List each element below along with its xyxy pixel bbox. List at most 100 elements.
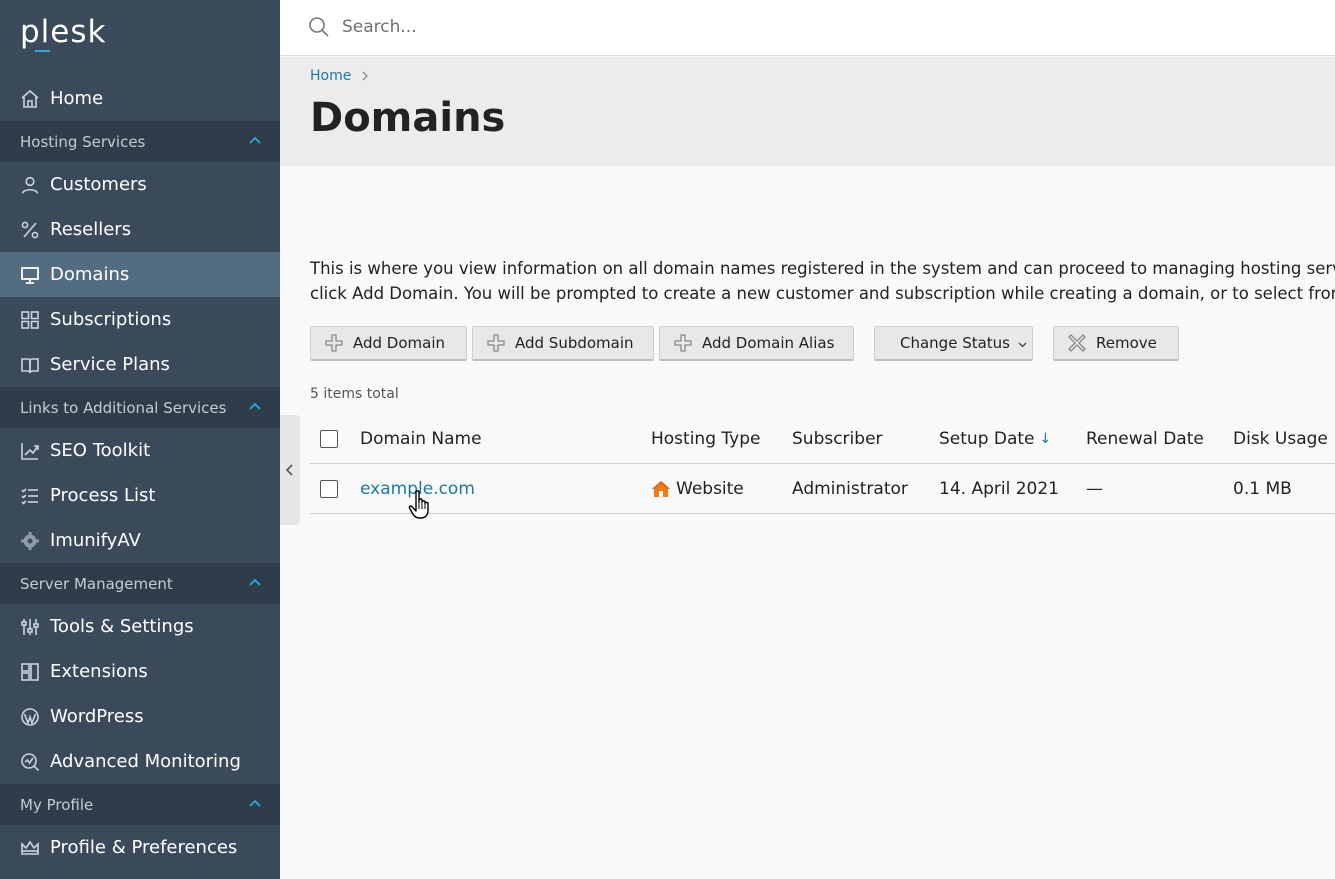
hosting-type-label: Website	[676, 479, 744, 499]
domains-table: Domain Name Hosting Type Subscriber Setu…	[310, 414, 1335, 514]
breadcrumb-home-link[interactable]: Home	[310, 68, 351, 84]
grid-icon	[20, 310, 40, 330]
column-header-hosting-type[interactable]: Hosting Type	[651, 414, 760, 464]
sidebar-item-label: Resellers	[50, 219, 132, 240]
section-title: Server Management	[20, 574, 173, 593]
crown-icon	[20, 838, 40, 858]
monitoring-icon	[20, 752, 40, 772]
add-domain-alias-button[interactable]: Add Domain Alias	[659, 326, 854, 361]
chevron-up-icon	[249, 136, 261, 144]
page-header: Home Domains	[280, 57, 1335, 166]
sidebar-item-home[interactable]: Home	[0, 76, 280, 121]
section-title: My Profile	[20, 795, 94, 814]
breadcrumb: Home	[310, 68, 369, 84]
column-header-setup-date[interactable]: Setup Date ↓	[939, 414, 1051, 464]
sidebar-item-label: Home	[50, 88, 104, 109]
user-icon	[20, 175, 40, 195]
column-header-subscriber[interactable]: Subscriber	[792, 414, 883, 464]
plus-icon	[674, 334, 692, 352]
sidebar-item-customers[interactable]: Customers	[0, 162, 280, 207]
sidebar-item-label: SEO Toolkit	[50, 440, 151, 461]
section-server-management[interactable]: Server Management	[0, 563, 280, 604]
column-header-disk-usage[interactable]: Disk Usage	[1233, 414, 1328, 464]
sidebar-item-resellers[interactable]: Resellers	[0, 207, 280, 252]
setup-date-cell: 14. April 2021	[939, 479, 1059, 499]
description-line: This is where you view information on al…	[310, 259, 1335, 278]
sort-arrow-icon: ↓	[1039, 431, 1052, 447]
percent-icon	[20, 220, 40, 240]
sidebar-item-label: Tools & Settings	[50, 616, 194, 637]
table-header-row: Domain Name Hosting Type Subscriber Setu…	[310, 414, 1335, 464]
house-icon	[652, 481, 670, 497]
chevron-down-icon	[1018, 342, 1027, 348]
select-all-cell	[320, 414, 338, 464]
sidebar-item-seo-toolkit[interactable]: SEO Toolkit	[0, 428, 280, 473]
sidebar-item-subscriptions[interactable]: Subscriptions	[0, 297, 280, 342]
change-status-button[interactable]: Change Status	[874, 326, 1033, 361]
wordpress-icon	[20, 707, 40, 727]
sidebar-item-label: Service Plans	[50, 354, 170, 375]
search-input[interactable]	[340, 12, 1240, 42]
column-header-label: Setup Date	[939, 429, 1035, 449]
button-label: Change Status	[900, 334, 1010, 352]
extensions-icon	[20, 662, 40, 682]
sidebar-item-label: Advanced Monitoring	[50, 751, 241, 772]
remove-x-icon	[1068, 334, 1086, 352]
plus-icon	[487, 334, 505, 352]
sidebar-item-label: Process List	[50, 485, 156, 506]
button-label: Add Domain Alias	[702, 334, 835, 352]
chevron-left-icon	[285, 464, 293, 476]
home-icon	[20, 89, 40, 109]
renewal-date-cell: —	[1086, 479, 1103, 499]
sidebar-item-imunifyav[interactable]: ImunifyAV	[0, 518, 280, 563]
sidebar: plesk Home Hosting Services Customers Re…	[0, 0, 280, 879]
column-header-renewal-date[interactable]: Renewal Date	[1086, 414, 1204, 464]
sidebar-item-service-plans[interactable]: Service Plans	[0, 342, 280, 387]
section-links-additional-services[interactable]: Links to Additional Services	[0, 387, 280, 428]
plus-icon	[325, 334, 343, 352]
sidebar-item-profile-preferences[interactable]: Profile & Preferences	[0, 825, 280, 870]
table-row: example.com Website Administrator 14. Ap…	[310, 464, 1335, 514]
sidebar-collapse-handle[interactable]	[280, 415, 300, 525]
sidebar-item-tools-settings[interactable]: Tools & Settings	[0, 604, 280, 649]
chevron-right-icon	[362, 71, 369, 81]
chevron-up-icon	[249, 578, 261, 586]
section-title: Links to Additional Services	[20, 398, 227, 417]
chevron-up-icon	[249, 402, 261, 410]
page-description: This is where you view information on al…	[310, 256, 1335, 306]
remove-button[interactable]: Remove	[1053, 326, 1179, 361]
sidebar-item-wordpress[interactable]: WordPress	[0, 694, 280, 739]
section-title: Hosting Services	[20, 132, 146, 151]
book-icon	[20, 355, 40, 375]
select-all-checkbox[interactable]	[320, 430, 338, 448]
section-hosting-services[interactable]: Hosting Services	[0, 121, 280, 162]
search-icon	[309, 17, 329, 37]
disk-usage-cell: 0.1 MB	[1233, 479, 1292, 499]
subscriber-cell: Administrator	[792, 479, 908, 499]
row-checkbox[interactable]	[320, 480, 338, 498]
sidebar-item-label: Domains	[50, 264, 130, 285]
sidebar-item-extensions[interactable]: Extensions	[0, 649, 280, 694]
button-label: Add Domain	[353, 334, 446, 352]
add-domain-button[interactable]: Add Domain	[310, 326, 467, 361]
sidebar-item-process-list[interactable]: Process List	[0, 473, 280, 518]
sidebar-item-advanced-monitoring[interactable]: Advanced Monitoring	[0, 739, 280, 784]
sidebar-item-label: WordPress	[50, 706, 144, 727]
sidebar-item-label: Customers	[50, 174, 147, 195]
button-label: Add Subdomain	[515, 334, 634, 352]
add-subdomain-button[interactable]: Add Subdomain	[472, 326, 654, 361]
logo-underline	[35, 50, 50, 52]
description-line: click Add Domain. You will be prompted t…	[310, 284, 1335, 303]
gear-icon	[20, 531, 40, 551]
row-select-cell	[320, 464, 338, 514]
section-my-profile[interactable]: My Profile	[0, 784, 280, 825]
hand-cursor-icon	[408, 490, 429, 519]
column-header-domain-name[interactable]: Domain Name	[360, 414, 482, 464]
sidebar-item-label: ImunifyAV	[50, 530, 141, 551]
sidebar-item-domains[interactable]: Domains	[0, 252, 280, 297]
monitor-icon	[20, 265, 40, 285]
sliders-icon	[20, 617, 40, 637]
sidebar-item-label: Profile & Preferences	[50, 837, 238, 858]
plesk-logo[interactable]: plesk	[20, 14, 106, 50]
sidebar-item-label: Extensions	[50, 661, 148, 682]
